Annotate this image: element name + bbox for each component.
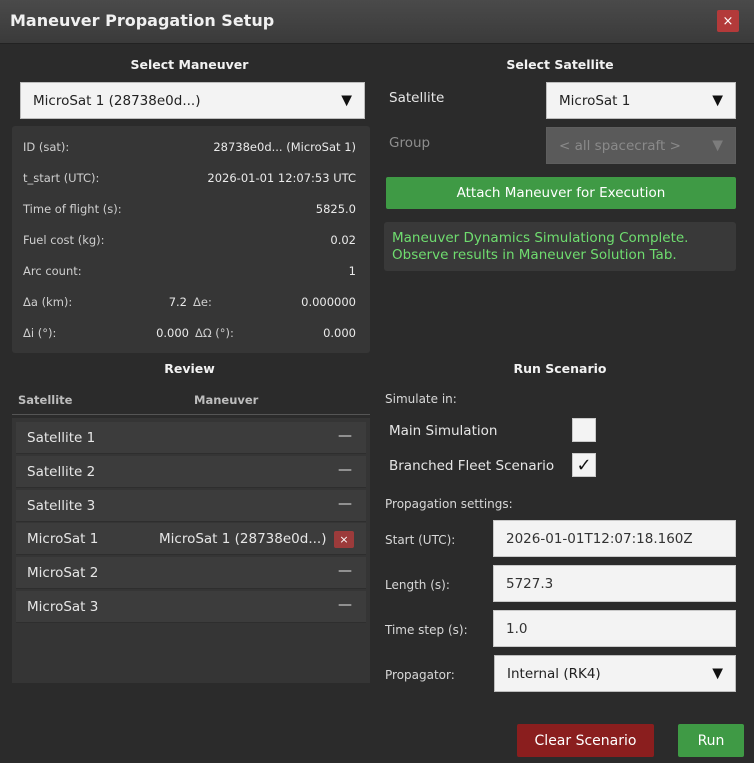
review-row-satellite: MicroSat 3 xyxy=(27,599,99,615)
review-row: Satellite 1 — xyxy=(16,422,366,454)
detail-value: 1 xyxy=(348,264,356,278)
simulate-in-label: Simulate in: xyxy=(385,392,457,406)
run-scenario-heading: Run Scenario xyxy=(513,361,607,376)
main-simulation-label: Main Simulation xyxy=(389,423,498,439)
review-row: Satellite 3 — xyxy=(16,490,366,522)
detail-row: Arc count: 1 xyxy=(23,264,356,278)
review-row: Satellite 2 — xyxy=(16,456,366,488)
start-utc-label: Start (UTC): xyxy=(385,533,456,547)
review-row-empty: — xyxy=(338,462,352,478)
propagator-dropdown[interactable]: Internal (RK4) ▼ xyxy=(494,655,736,692)
length-label: Length (s): xyxy=(385,578,450,592)
review-row-satellite: Satellite 3 xyxy=(27,498,96,514)
detail-label: Time of flight (s): xyxy=(23,202,122,216)
delta-a-label: Δa (km): xyxy=(23,295,73,309)
satellite-label: Satellite xyxy=(389,90,445,106)
close-button[interactable]: × xyxy=(717,10,739,32)
detail-value: 2026-01-01 12:07:53 UTC xyxy=(207,171,356,185)
maneuver-details-panel: ID (sat): 28738e0d... (MicroSat 1) t_sta… xyxy=(12,126,370,353)
review-row-satellite: Satellite 1 xyxy=(27,430,96,446)
main-simulation-checkbox[interactable] xyxy=(572,418,596,442)
review-list: Satellite 1 — Satellite 2 — Satellite 3 … xyxy=(12,418,370,683)
review-row: MicroSat 2 — xyxy=(16,557,366,589)
group-dropdown[interactable]: < all spacecraft > ▼ xyxy=(546,127,736,164)
delta-i-value: 0.000 xyxy=(156,326,189,340)
review-row: MicroSat 3 — xyxy=(16,591,366,623)
detail-value: 5825.0 xyxy=(315,202,356,216)
propagator-value: Internal (RK4) xyxy=(507,665,601,682)
detail-label: Fuel cost (kg): xyxy=(23,233,105,247)
length-value: 5727.3 xyxy=(506,575,554,592)
branched-fleet-label: Branched Fleet Scenario xyxy=(389,458,555,474)
chevron-down-icon: ▼ xyxy=(341,92,352,109)
propagator-label: Propagator: xyxy=(385,668,455,682)
start-utc-input[interactable]: 2026-01-01T12:07:18.160Z xyxy=(493,520,736,557)
status-message-line: Observe results in Maneuver Solution Tab… xyxy=(392,247,677,263)
satellite-dropdown-value: MicroSat 1 xyxy=(559,92,631,109)
delta-omega-label: ΔΩ (°): xyxy=(195,326,234,340)
review-row-empty: — xyxy=(338,597,352,613)
review-col-maneuver: Maneuver xyxy=(194,393,259,407)
delta-omega-value: 0.000 xyxy=(323,326,356,340)
chevron-down-icon: ▼ xyxy=(712,137,723,154)
review-row-satellite: MicroSat 1 xyxy=(27,531,99,547)
attach-maneuver-button[interactable]: Attach Maneuver for Execution xyxy=(386,177,736,209)
propagation-settings-label: Propagation settings: xyxy=(385,497,513,511)
maneuver-dropdown-value: MicroSat 1 (28738e0d...) xyxy=(33,92,201,109)
detail-value: 28738e0d... (MicroSat 1) xyxy=(213,140,356,154)
time-step-label: Time step (s): xyxy=(385,623,468,637)
detail-label: Arc count: xyxy=(23,264,82,278)
review-row-empty: — xyxy=(338,563,352,579)
review-row-maneuver: MicroSat 1 (28738e0d...) xyxy=(159,531,327,547)
select-satellite-heading: Select Satellite xyxy=(506,57,614,72)
delta-e-label: Δe: xyxy=(193,295,212,309)
window-title: Maneuver Propagation Setup xyxy=(10,11,275,30)
review-row-empty: — xyxy=(338,496,352,512)
group-dropdown-value: < all spacecraft > xyxy=(559,137,681,154)
detail-label: t_start (UTC): xyxy=(23,171,100,185)
chevron-down-icon: ▼ xyxy=(712,92,723,109)
detail-pair-row: Δi (°): 0.000 ΔΩ (°): 0.000 xyxy=(23,326,356,340)
clear-scenario-button[interactable]: Clear Scenario xyxy=(517,724,654,757)
time-step-input[interactable]: 1.0 xyxy=(493,610,736,647)
review-header-divider xyxy=(12,414,370,415)
delta-a-value: 7.2 xyxy=(168,295,187,309)
status-message: Maneuver Dynamics Simulationg Complete. … xyxy=(384,222,736,271)
status-message-line: Maneuver Dynamics Simulationg Complete. xyxy=(392,230,689,246)
review-row-satellite: MicroSat 2 xyxy=(27,565,99,581)
maneuver-dropdown[interactable]: MicroSat 1 (28738e0d...) ▼ xyxy=(20,82,365,119)
satellite-dropdown[interactable]: MicroSat 1 ▼ xyxy=(546,82,736,119)
run-button[interactable]: Run xyxy=(678,724,744,757)
branched-fleet-checkbox[interactable]: ✓ xyxy=(572,453,596,477)
detail-label: ID (sat): xyxy=(23,140,70,154)
detail-row: ID (sat): 28738e0d... (MicroSat 1) xyxy=(23,140,356,154)
select-maneuver-heading: Select Maneuver xyxy=(130,57,249,72)
length-input[interactable]: 5727.3 xyxy=(493,565,736,602)
group-label: Group xyxy=(389,135,431,151)
review-row: MicroSat 1 MicroSat 1 (28738e0d...) × xyxy=(16,523,366,555)
detail-value: 0.02 xyxy=(330,233,356,247)
review-row-empty: — xyxy=(338,428,352,444)
start-utc-value: 2026-01-01T12:07:18.160Z xyxy=(506,530,693,547)
time-step-value: 1.0 xyxy=(506,620,528,637)
detail-row: t_start (UTC): 2026-01-01 12:07:53 UTC xyxy=(23,171,356,185)
delta-i-label: Δi (°): xyxy=(23,326,57,340)
delta-e-value: 0.000000 xyxy=(301,295,356,309)
chevron-down-icon: ▼ xyxy=(712,665,723,682)
detail-pair-row: Δa (km): 7.2 Δe: 0.000000 xyxy=(23,295,356,309)
detail-row: Fuel cost (kg): 0.02 xyxy=(23,233,356,247)
remove-maneuver-button[interactable]: × xyxy=(334,531,354,548)
review-col-satellite: Satellite xyxy=(18,393,73,407)
detail-row: Time of flight (s): 5825.0 xyxy=(23,202,356,216)
review-row-satellite: Satellite 2 xyxy=(27,464,96,480)
checkmark-icon: ✓ xyxy=(576,454,592,476)
review-heading: Review xyxy=(164,361,215,376)
